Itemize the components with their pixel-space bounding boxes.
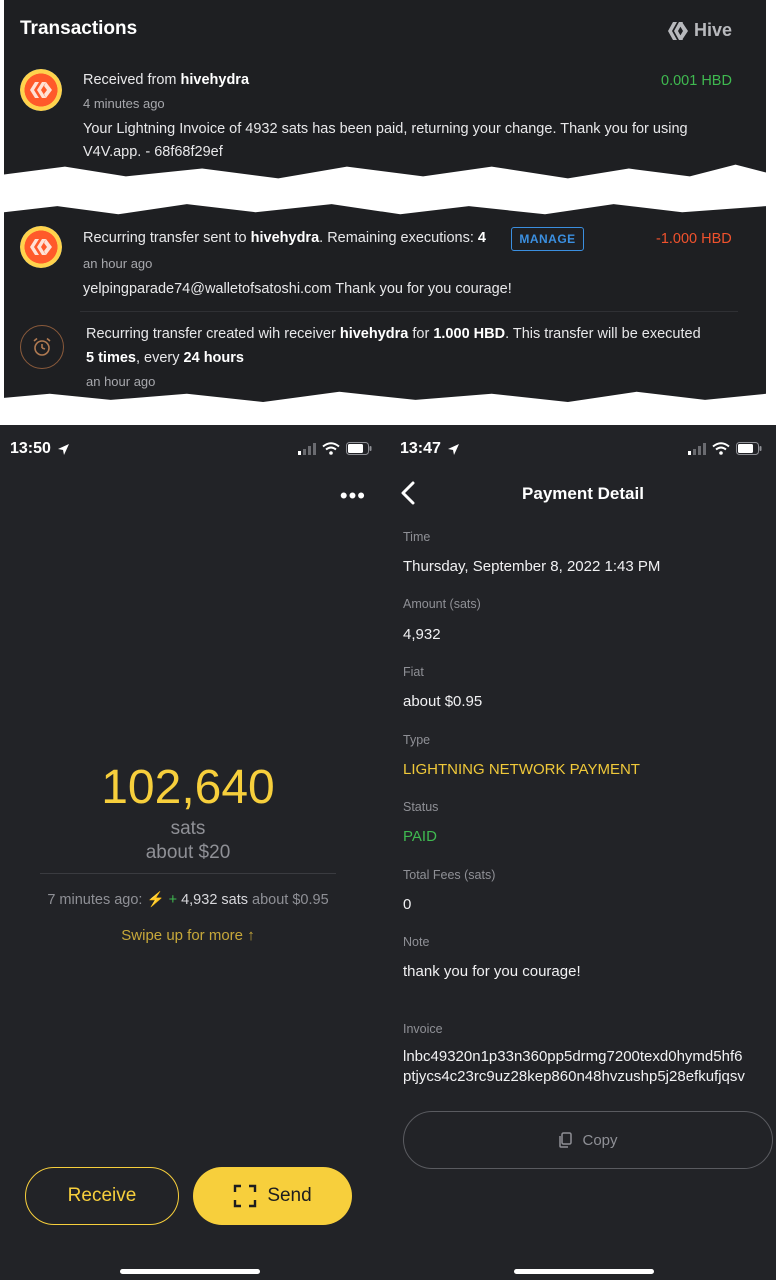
tx-received-prefix: Received from [83, 72, 181, 88]
invoice-line1: lnbc49320n1p33n360pp5drmg7200texd0hymd5h… [403, 1048, 743, 1065]
manage-button[interactable]: MANAGE [511, 227, 584, 251]
divider [40, 873, 336, 874]
recent-time: 7 minutes ago: [47, 892, 143, 908]
status-time-label: 13:47 [400, 440, 441, 457]
status-bar: 13:47 [390, 425, 776, 475]
tx-recurring-prefix: Recurring transfer sent to [83, 230, 251, 246]
swipe-up-hint[interactable]: Swipe up for more ↑ [0, 927, 376, 944]
location-arrow-icon [57, 443, 69, 455]
invoice-line2: ptjycs4c23rc9uz28kep860n48hvzushp5j28efk… [403, 1068, 745, 1085]
receive-label: Receive [67, 1185, 137, 1206]
more-options-icon[interactable]: ••• [340, 483, 366, 509]
arrow-up-icon: ↑ [247, 927, 255, 944]
swipe-up-label: Swipe up for more [121, 927, 244, 944]
recent-amount: 4,932 sats [181, 892, 249, 908]
tx-recurring-user-link[interactable]: hivehydra [251, 230, 320, 246]
tx-received-heading: Received from hivehydra [83, 72, 249, 88]
lightning-bolt-icon: ⚡ [146, 892, 165, 908]
signal-icon [688, 442, 706, 455]
battery-icon [736, 442, 762, 455]
hive-logo-icon [30, 239, 52, 255]
hive-brand-label: Hive [693, 20, 732, 40]
hive-brand: Hive [667, 20, 732, 41]
tx-created-line1: Recurring transfer created wih receiver … [86, 326, 701, 342]
status-icons [298, 442, 372, 455]
tx-created-suffix: . This transfer will be executed [505, 326, 701, 342]
tx-received-amount: 0.001 HBD [661, 73, 732, 89]
type-label: Type [403, 733, 431, 747]
avatar[interactable] [20, 69, 62, 111]
amount-value: 4,932 [403, 626, 441, 643]
scan-icon [234, 1184, 257, 1208]
tx-created-time: an hour ago [86, 374, 156, 389]
tx-recurring-amount: -1.000 HBD [656, 231, 732, 247]
location-arrow-icon [447, 443, 459, 455]
invoice-value: lnbc49320n1p33n360pp5drmg7200texd0hymd5h… [403, 1047, 773, 1087]
payment-detail-screen: 13:47 Payment Detail Time Thursday, Sept… [390, 425, 776, 1280]
type-value: LIGHTNING NETWORK PAYMENT [403, 761, 640, 778]
recent-fiat: about $0.95 [252, 892, 329, 908]
receive-button[interactable]: Receive [25, 1167, 179, 1225]
tx-created-amount: 1.000 HBD [433, 326, 506, 342]
tx-recurring-time: an hour ago [83, 256, 153, 271]
send-button[interactable]: Send [193, 1167, 352, 1225]
battery-icon [346, 442, 372, 455]
recent-plus: + [168, 892, 178, 908]
wifi-icon [322, 442, 340, 455]
tx-recurring-middle: . Remaining executions: [319, 230, 478, 246]
tx-created-prefix: Recurring transfer created wih receiver [86, 326, 340, 342]
copy-label: Copy [582, 1131, 618, 1149]
tx-created-user-link[interactable]: hivehydra [340, 326, 409, 342]
divider [80, 311, 738, 312]
balance-unit: sats [170, 818, 206, 839]
tx-received-memo-line1: Your Lightning Invoice of 4932 sats has … [83, 121, 688, 137]
alarm-clock-icon [20, 325, 64, 369]
status-icons [688, 442, 762, 455]
balance-fiat: about $20 [145, 842, 231, 863]
send-label: Send [267, 1185, 312, 1206]
status-bar: 13:50 [0, 425, 386, 475]
fees-label: Total Fees (sats) [403, 868, 496, 882]
tx-received-user-link[interactable]: hivehydra [181, 72, 250, 88]
tx-created-mid: for [408, 326, 434, 342]
status-value: PAID [403, 828, 437, 845]
wifi-icon [712, 442, 730, 455]
fiat-label: Fiat [403, 665, 424, 679]
signal-icon [298, 442, 316, 455]
tx-recurring-executions: 4 [477, 230, 486, 246]
time-value: Thursday, September 8, 2022 1:43 PM [403, 558, 661, 575]
note-label: Note [403, 935, 430, 949]
amount-label: Amount (sats) [403, 597, 481, 611]
tx-received-time: 4 minutes ago [83, 96, 165, 111]
tx-created-interval: 24 hours [183, 350, 244, 366]
status-label: Status [403, 800, 439, 814]
tx-created-times: 5 times [86, 350, 136, 366]
copy-button[interactable]: Copy [403, 1111, 773, 1169]
status-time-label: 13:50 [10, 440, 51, 457]
home-indicator[interactable] [514, 1269, 654, 1274]
fees-value: 0 [403, 896, 412, 913]
transactions-title: Transactions [20, 18, 138, 39]
page-title: Payment Detail [522, 484, 644, 503]
alarm-clock-glyph-icon [33, 337, 51, 356]
wallet-screen: 13:50 ••• 102,640 sats about $20 7 minut… [0, 425, 386, 1280]
tx-created-every: , every [135, 350, 184, 366]
invoice-label: Invoice [403, 1022, 443, 1036]
status-time: 13:50 [10, 440, 70, 458]
balance-amount: 102,640 [101, 761, 275, 814]
status-time: 13:47 [400, 440, 460, 458]
fiat-value: about $0.95 [403, 693, 483, 710]
home-indicator[interactable] [120, 1269, 260, 1274]
time-label: Time [403, 530, 431, 544]
note-value: thank you for you courage! [403, 963, 581, 980]
tx-received-memo-line2: V4V.app. - 68f68f29ef [83, 144, 223, 160]
tx-created-line2: 5 times, every 24 hours [86, 350, 244, 366]
tx-recurring-heading: Recurring transfer sent to hivehydra. Re… [83, 230, 486, 246]
recent-transaction[interactable]: 7 minutes ago: ⚡ + 4,932 sats about $0.9… [0, 891, 376, 908]
hive-logo-icon [30, 82, 52, 98]
hive-logo-icon [667, 21, 688, 40]
tx-recurring-memo: yelpingparade74@walletofsatoshi.com Than… [83, 281, 512, 297]
avatar[interactable] [20, 226, 62, 268]
copy-icon [559, 1132, 573, 1148]
